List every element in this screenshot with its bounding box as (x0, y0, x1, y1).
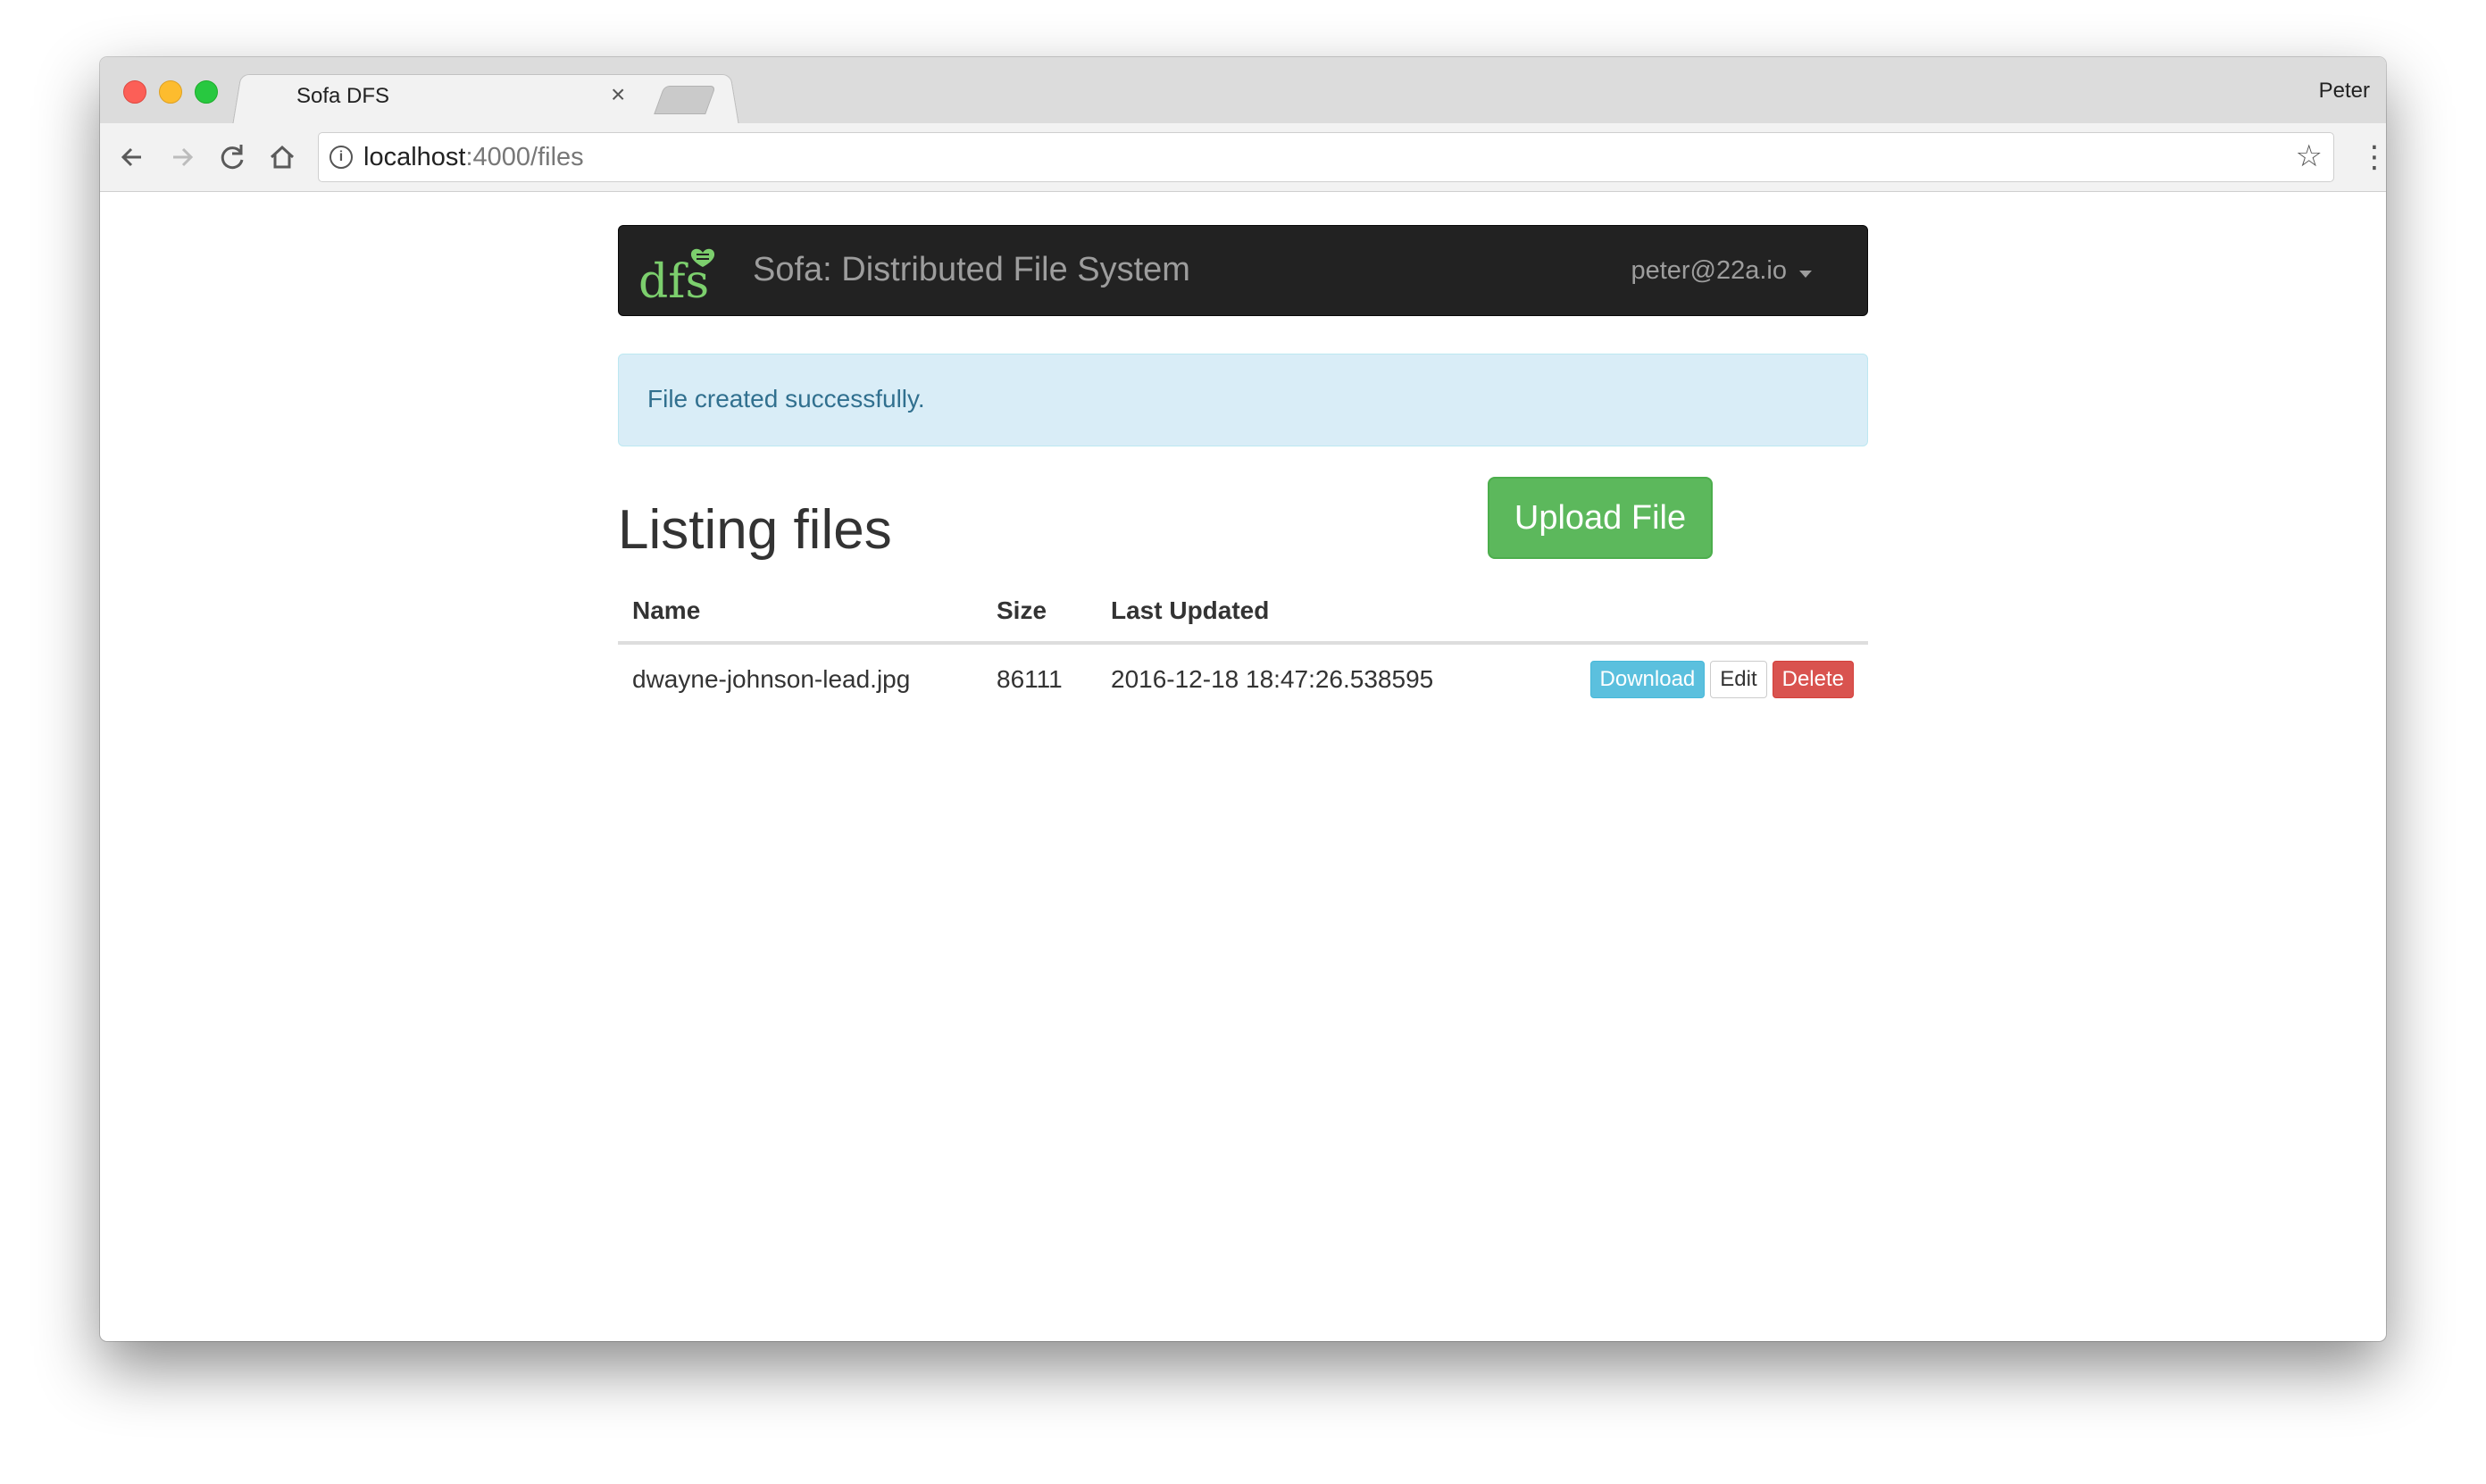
reload-icon[interactable] (214, 139, 250, 175)
caret-down-icon[interactable] (1799, 271, 1812, 278)
header-name: Name (618, 580, 982, 645)
upload-file-button[interactable]: Upload File (1488, 477, 1713, 559)
header-actions (1513, 580, 1868, 645)
table-row: dwayne-johnson-lead.jpg 86111 2016-12-18… (618, 643, 1868, 714)
download-button[interactable]: Download (1589, 661, 1706, 698)
header-last-updated: Last Updated (1097, 580, 1513, 645)
minimize-window-button[interactable] (159, 80, 182, 104)
url-text[interactable]: localhost:4000/files (363, 143, 584, 172)
kebab-menu-icon[interactable]: ⋮ (2359, 138, 2386, 177)
file-size: 86111 (997, 665, 1063, 693)
browser-toolbar: i localhost:4000/files ☆ ⋮ (100, 123, 2386, 192)
file-name: dwayne-johnson-lead.jpg (632, 665, 911, 693)
browser-window: Sofa DFS × Peter i localhost:4000/files … (100, 57, 2386, 1341)
delete-button[interactable]: Delete (1772, 661, 1854, 698)
user-email: peter@22a.io (1631, 256, 1787, 285)
brand-title[interactable]: Sofa: Distributed File System (753, 251, 1190, 289)
tab-strip: Sofa DFS × Peter (100, 57, 2386, 126)
alert-message: File created successfully. (647, 385, 925, 413)
new-tab-button[interactable] (654, 86, 716, 114)
user-menu[interactable]: peter@22a.io (1631, 256, 1812, 286)
star-icon[interactable]: ☆ (2296, 138, 2323, 174)
page-content: dfs Sofa: Distributed File System peter@… (100, 191, 2386, 1341)
profile-name[interactable]: Peter (2319, 79, 2370, 104)
file-updated: 2016-12-18 18:47:26.538595 (1111, 665, 1434, 693)
logo[interactable]: dfs (637, 242, 735, 309)
header-size: Size (982, 580, 1097, 645)
maximize-window-button[interactable] (195, 80, 218, 104)
info-icon[interactable]: i (330, 146, 353, 169)
alert-info: File created successfully. (618, 354, 1868, 446)
arrow-left-icon[interactable] (114, 139, 150, 175)
close-window-button[interactable] (123, 80, 146, 104)
address-bar[interactable]: i localhost:4000/files ☆ (318, 132, 2334, 182)
page-title: Listing files (618, 499, 892, 561)
files-table: Name Size Last Updated dwayne-johnson-le… (618, 580, 1868, 714)
tab-title: Sofa DFS (296, 84, 390, 108)
home-icon[interactable] (264, 139, 300, 175)
edit-button[interactable]: Edit (1710, 661, 1767, 698)
arrow-right-icon[interactable] (164, 139, 200, 175)
table-header-row: Name Size Last Updated (618, 580, 1868, 645)
row-actions: Download Edit Delete (1513, 643, 1868, 714)
tab-close-icon[interactable]: × (611, 80, 625, 109)
app-navbar: dfs Sofa: Distributed File System peter@… (618, 225, 1868, 316)
